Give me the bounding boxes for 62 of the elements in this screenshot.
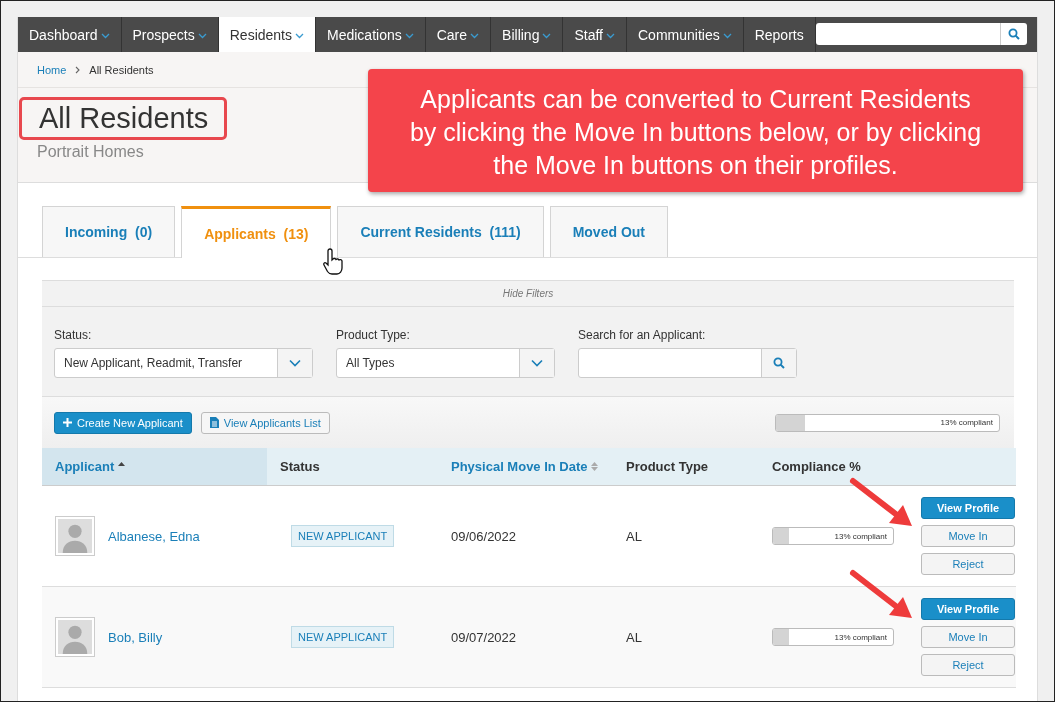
- create-button[interactable]: Create New Applicant: [54, 411, 192, 434]
- caret-icon: [295, 33, 304, 39]
- avatar-icon: [55, 516, 95, 556]
- status-badge: NEW APPLICANT: [291, 525, 395, 547]
- move-in-date: 09/06/2022: [451, 528, 517, 544]
- breadcrumb-link[interactable]: Home: [37, 63, 67, 76]
- callout-note: Applicants can be converted to Current Residents by clicking the Move In buttons below, or by clicking the Move In buttons on their profiles.: [368, 69, 1023, 192]
- chevron-down-icon: [289, 359, 301, 367]
- chevron-down-icon: [531, 359, 543, 367]
- search-field[interactable]: [815, 23, 1027, 45]
- caret-icon: [606, 33, 615, 39]
- document-icon: [209, 417, 219, 428]
- compliance-reading: 13% compliant: [834, 531, 888, 541]
- search-icon: [773, 357, 785, 369]
- search-field[interactable]: [578, 348, 797, 378]
- hide-filters-link[interactable]: Hide Filters: [42, 281, 1014, 307]
- column-header: Product Type: [613, 448, 759, 486]
- move-in-date: 09/07/2022: [451, 629, 517, 645]
- caret-icon: [404, 33, 414, 39]
- status-badge: NEW APPLICANT: [291, 626, 395, 648]
- chevron-right-icon: [75, 65, 81, 74]
- column-header: Compliance %: [759, 448, 908, 486]
- search-icon: [1008, 28, 1020, 40]
- select-field[interactable]: New Applicant, Readmit, Transfer: [54, 348, 313, 378]
- caret-icon: [722, 33, 732, 39]
- breadcrumb-current: All Residents: [89, 63, 154, 76]
- action-button[interactable]: Move In: [921, 626, 1015, 648]
- page-subtitle: Portrait Homes: [37, 143, 145, 161]
- select-field[interactable]: All Types: [336, 348, 555, 378]
- product-type: AL: [626, 528, 642, 544]
- page-title: All Residents: [19, 97, 228, 140]
- action-button[interactable]: Reject: [921, 654, 1015, 676]
- view-list-button[interactable]: View Applicants List: [200, 411, 330, 434]
- action-button[interactable]: View Profile: [921, 497, 1015, 519]
- field-label: Product Type:: [336, 328, 411, 342]
- tab[interactable]: Incoming (0): [42, 206, 176, 257]
- applicant-name-link[interactable]: Bob, Billy: [108, 629, 163, 645]
- action-button[interactable]: Reject: [921, 553, 1015, 575]
- action-button[interactable]: View Profile: [921, 598, 1015, 620]
- nav-menu-item[interactable]: Residents: [218, 17, 316, 52]
- caret-icon: [197, 33, 207, 39]
- field-label: Search for an Applicant:: [578, 328, 707, 342]
- column-header[interactable]: Applicant: [42, 448, 267, 486]
- action-button[interactable]: Move In: [921, 525, 1015, 547]
- caret-icon: [470, 33, 480, 39]
- tab[interactable]: Moved Out: [549, 206, 668, 257]
- caret-icon: [542, 33, 552, 39]
- avatar-icon: [55, 617, 95, 657]
- pointer-arrow: [850, 570, 912, 618]
- tab[interactable]: Applicants (13): [181, 206, 332, 258]
- column-header: Status: [267, 448, 438, 486]
- compliance-reading: 13% compliant: [940, 418, 994, 427]
- column-header[interactable]: Physical Move In Date: [438, 448, 613, 486]
- pointer-arrow: [850, 478, 912, 526]
- product-type: AL: [626, 629, 642, 645]
- plus-icon: [63, 418, 72, 427]
- field-label: Status:: [54, 328, 93, 342]
- sort-icon: [591, 462, 599, 471]
- tab[interactable]: Current Residents (111): [337, 206, 544, 257]
- compliance-reading: 13% compliant: [834, 632, 888, 642]
- caret-icon: [100, 33, 110, 39]
- applicant-name-link[interactable]: Albanese, Edna: [108, 528, 200, 544]
